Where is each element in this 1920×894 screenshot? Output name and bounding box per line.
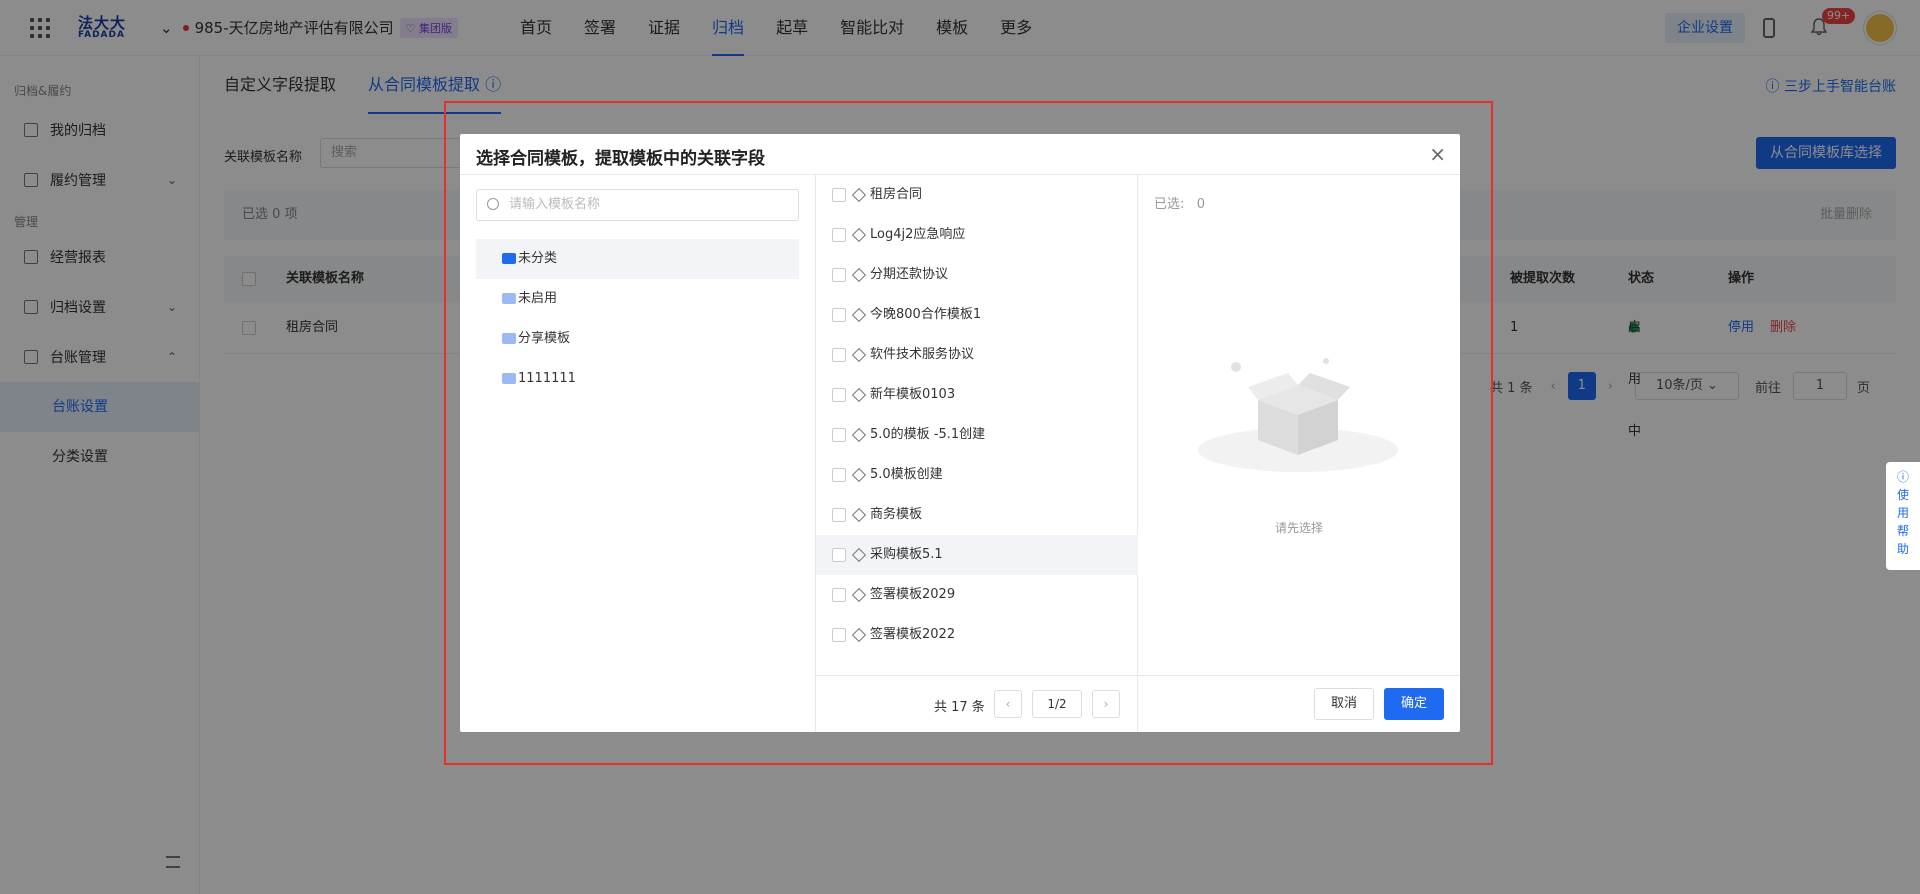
template-label: 签署模板2022 xyxy=(870,627,956,642)
folder-item[interactable]: 1111111 xyxy=(476,359,799,399)
template-list-panel: 租房合同 Log4j2应急响应 分期还款协议 今晚800合作模板1 软件技术服务… xyxy=(816,175,1138,732)
template-label: 5.0模板创建 xyxy=(870,467,943,482)
template-icon xyxy=(851,347,867,363)
template-label: 5.0的模板 -5.1创建 xyxy=(870,427,986,442)
template-icon xyxy=(851,227,867,243)
folder-icon xyxy=(502,253,516,264)
template-item[interactable]: 今晚800合作模板1 xyxy=(816,295,1138,335)
template-item[interactable]: 签署模板2029 xyxy=(816,575,1138,615)
template-checkbox[interactable] xyxy=(832,268,846,282)
template-checkbox[interactable] xyxy=(832,388,846,402)
template-checkbox[interactable] xyxy=(832,428,846,442)
template-checkbox[interactable] xyxy=(832,548,846,562)
template-label: 软件技术服务协议 xyxy=(870,347,975,362)
folder-icon xyxy=(502,373,516,384)
template-icon xyxy=(851,387,867,403)
folder-item[interactable]: 未分类 xyxy=(476,239,799,279)
cancel-button[interactable]: 取消 xyxy=(1314,688,1374,720)
template-label: 分期还款协议 xyxy=(870,267,949,282)
template-item[interactable]: Log4j2应急响应 xyxy=(816,215,1138,255)
page-indicator[interactable]: 1/2 xyxy=(1032,690,1082,718)
dialog-title: 选择合同模板，提取模板中的关联字段 xyxy=(476,149,765,169)
folder-label: 1111111 xyxy=(518,371,576,386)
template-checkbox[interactable] xyxy=(832,628,846,642)
template-checkbox[interactable] xyxy=(832,508,846,522)
next-page-button[interactable]: › xyxy=(1092,690,1120,718)
template-list-pagination: 共 17 条 ‹ 1/2 › xyxy=(816,675,1138,732)
template-icon xyxy=(851,547,867,563)
template-label: 签署模板2029 xyxy=(870,587,956,602)
selected-summary: 已选: 0 xyxy=(1154,193,1205,212)
help-icon: ⓘ xyxy=(1896,470,1909,484)
prev-page-button[interactable]: ‹ xyxy=(994,690,1022,718)
empty-text: 请先选择 xyxy=(1274,521,1323,535)
folder-item[interactable]: 未启用 xyxy=(476,279,799,319)
selected-count: 0 xyxy=(1196,197,1206,212)
folder-icon xyxy=(502,293,516,304)
folder-item[interactable]: 分享模板 xyxy=(476,319,799,359)
template-item[interactable]: 采购模板5.1 xyxy=(816,535,1138,575)
template-search-input[interactable]: 请输入模板名称 xyxy=(476,189,799,221)
folder-label: 未分类 xyxy=(518,251,558,266)
template-label: 采购模板5.1 xyxy=(870,547,943,562)
folder-panel: 请输入模板名称 未分类 未启用 分享模板 1111111 xyxy=(460,175,816,732)
template-select-dialog: 选择合同模板，提取模板中的关联字段 × 请输入模板名称 未分类 未启用 分享模板… xyxy=(460,134,1460,732)
template-checkbox[interactable] xyxy=(832,348,846,362)
template-item[interactable]: 软件技术服务协议 xyxy=(816,335,1138,375)
template-icon xyxy=(851,267,867,283)
template-checkbox[interactable] xyxy=(832,228,846,242)
template-checkbox[interactable] xyxy=(832,468,846,482)
template-item[interactable]: 租房合同 xyxy=(816,175,1138,215)
template-item[interactable]: 新年模板0103 xyxy=(816,375,1138,415)
template-item[interactable]: 签署模板2022 xyxy=(816,615,1138,655)
folder-icon xyxy=(502,333,516,344)
template-total: 共 17 条 xyxy=(934,700,985,715)
template-icon xyxy=(851,467,867,483)
template-checkbox[interactable] xyxy=(832,308,846,322)
empty-box-icon xyxy=(1198,358,1398,472)
template-label: 商务模板 xyxy=(870,507,923,522)
template-item[interactable]: 5.0模板创建 xyxy=(816,455,1138,495)
template-icon xyxy=(851,187,867,203)
dialog-footer: 取消 确定 xyxy=(1138,675,1460,732)
template-label: 新年模板0103 xyxy=(870,387,956,402)
template-label: 租房合同 xyxy=(870,187,923,202)
template-checkbox[interactable] xyxy=(832,188,846,202)
template-item[interactable]: 商务模板 xyxy=(816,495,1138,535)
template-label: 今晚800合作模板1 xyxy=(870,307,982,322)
template-item[interactable]: 分期还款协议 xyxy=(816,255,1138,295)
close-icon[interactable]: × xyxy=(1429,142,1446,166)
template-icon xyxy=(851,307,867,323)
template-checkbox[interactable] xyxy=(832,588,846,602)
template-icon xyxy=(851,627,867,643)
folder-label: 未启用 xyxy=(518,291,558,306)
confirm-button[interactable]: 确定 xyxy=(1384,688,1444,720)
help-tab[interactable]: ⓘ 使用帮助 xyxy=(1886,462,1920,570)
template-icon xyxy=(851,427,867,443)
selected-panel: 已选: 0 请先选择 取消 确定 xyxy=(1138,175,1460,732)
template-item[interactable]: 5.0的模板 -5.1创建 xyxy=(816,415,1138,455)
folder-label: 分享模板 xyxy=(518,331,571,346)
help-tab-label: 使用帮助 xyxy=(1896,488,1909,556)
selected-label: 已选: xyxy=(1154,197,1185,212)
template-label: Log4j2应急响应 xyxy=(870,227,966,242)
template-icon xyxy=(851,587,867,603)
search-icon xyxy=(487,198,499,210)
template-icon xyxy=(851,507,867,523)
search-placeholder: 请输入模板名称 xyxy=(509,197,601,212)
